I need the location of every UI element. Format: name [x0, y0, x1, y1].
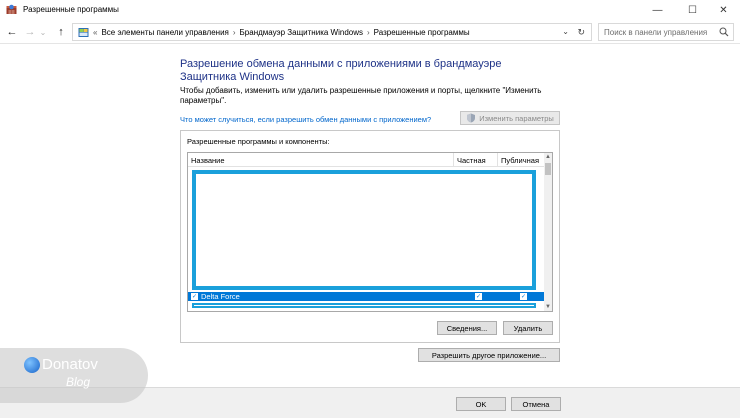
search-icon: [719, 27, 729, 37]
table-row[interactable]: ✓ Delta Force ✓ ✓: [188, 292, 546, 301]
change-settings-label: Изменить параметры: [479, 113, 554, 123]
scroll-down-icon[interactable]: ▼: [544, 303, 552, 311]
breadcrumb-separator: ›: [232, 27, 236, 37]
column-header-name[interactable]: Название: [188, 153, 454, 167]
group-label: Разрешенные программы и компоненты:: [187, 137, 330, 146]
table-header: Название Частная Публичная: [188, 153, 546, 167]
back-arrow-icon: ←: [6, 26, 18, 38]
search-placeholder: Поиск в панели управления: [604, 27, 708, 37]
public-checkbox[interactable]: ✓: [520, 293, 527, 300]
donatov-logo-icon: [24, 357, 40, 373]
page-description: Чтобы добавить, изменить или удалить раз…: [180, 86, 542, 105]
minimize-icon: —: [652, 4, 663, 16]
up-button[interactable]: ↑: [54, 24, 68, 40]
minimize-button[interactable]: —: [641, 0, 674, 20]
refresh-icon[interactable]: ↻: [577, 27, 585, 38]
firewall-app-icon: [6, 4, 17, 14]
close-icon: ✕: [719, 4, 728, 16]
ok-button[interactable]: OK: [456, 397, 506, 411]
risk-info-link[interactable]: Что может случиться, если разрешить обме…: [180, 115, 431, 124]
title-bar: Разрешенные программы — ☐ ✕: [0, 0, 740, 20]
vertical-scrollbar[interactable]: ▲ ▼: [544, 153, 552, 311]
maximize-button[interactable]: ☐: [676, 0, 709, 20]
column-header-private[interactable]: Частная: [454, 153, 498, 167]
highlight-underline: [192, 303, 536, 308]
main-content: Разрешение обмена данными с приложениями…: [0, 45, 740, 387]
row-enable-checkbox[interactable]: ✓: [191, 293, 198, 300]
checkmark-icon: ✓: [520, 293, 527, 300]
recent-locations-button[interactable]: ⌄: [38, 24, 48, 40]
up-arrow-icon: ↑: [58, 26, 64, 38]
admin-shield-icon: [467, 113, 476, 123]
remove-button[interactable]: Удалить: [503, 321, 553, 335]
app-name: Delta Force: [201, 292, 240, 301]
breadcrumb-root-icon: «: [93, 27, 98, 37]
search-input[interactable]: Поиск в панели управления: [598, 23, 734, 41]
watermark-sub: Blog: [66, 375, 91, 389]
highlight-frame: [192, 170, 536, 290]
forward-button[interactable]: →: [23, 24, 37, 40]
close-button[interactable]: ✕: [707, 0, 740, 20]
forward-arrow-icon: →: [24, 26, 36, 38]
breadcrumb-allowed-apps[interactable]: Разрешенные программы: [374, 28, 470, 37]
allowed-apps-group: Разрешенные программы и компоненты: Назв…: [180, 130, 560, 343]
allowed-apps-table[interactable]: Название Частная Публичная ✓ Delta Force…: [187, 152, 553, 312]
checkmark-icon: ✓: [475, 293, 482, 300]
change-settings-button[interactable]: Изменить параметры: [460, 111, 560, 125]
address-bar: ← → ⌄ ↑ « Все элементы панели управления…: [0, 20, 740, 44]
allow-another-app-button[interactable]: Разрешить другое приложение...: [418, 348, 560, 362]
cancel-button[interactable]: Отмена: [511, 397, 561, 411]
control-panel-icon: [78, 27, 89, 37]
address-dropdown-icon[interactable]: ⌄: [562, 27, 569, 36]
back-button[interactable]: ←: [5, 24, 19, 40]
watermark-name: Donatov: [42, 356, 98, 373]
column-header-public[interactable]: Публичная: [498, 153, 546, 167]
address-box[interactable]: « Все элементы панели управления › Бранд…: [72, 23, 592, 41]
breadcrumb-all-control-panel[interactable]: Все элементы панели управления: [101, 28, 228, 37]
scroll-up-icon[interactable]: ▲: [544, 153, 552, 161]
checkmark-icon: ✓: [191, 293, 198, 300]
details-button[interactable]: Сведения...: [437, 321, 497, 335]
watermark: Donatov Blog: [0, 348, 148, 403]
window-title: Разрешенные программы: [23, 5, 119, 14]
maximize-icon: ☐: [688, 4, 697, 16]
breadcrumb-firewall[interactable]: Брандмауэр Защитника Windows: [240, 28, 363, 37]
breadcrumb-separator: ›: [367, 27, 370, 37]
private-checkbox[interactable]: ✓: [475, 293, 482, 300]
chevron-down-icon: ⌄: [39, 27, 47, 37]
page-heading: Разрешение обмена данными с приложениями…: [180, 58, 502, 83]
scroll-thumb[interactable]: [545, 163, 551, 175]
